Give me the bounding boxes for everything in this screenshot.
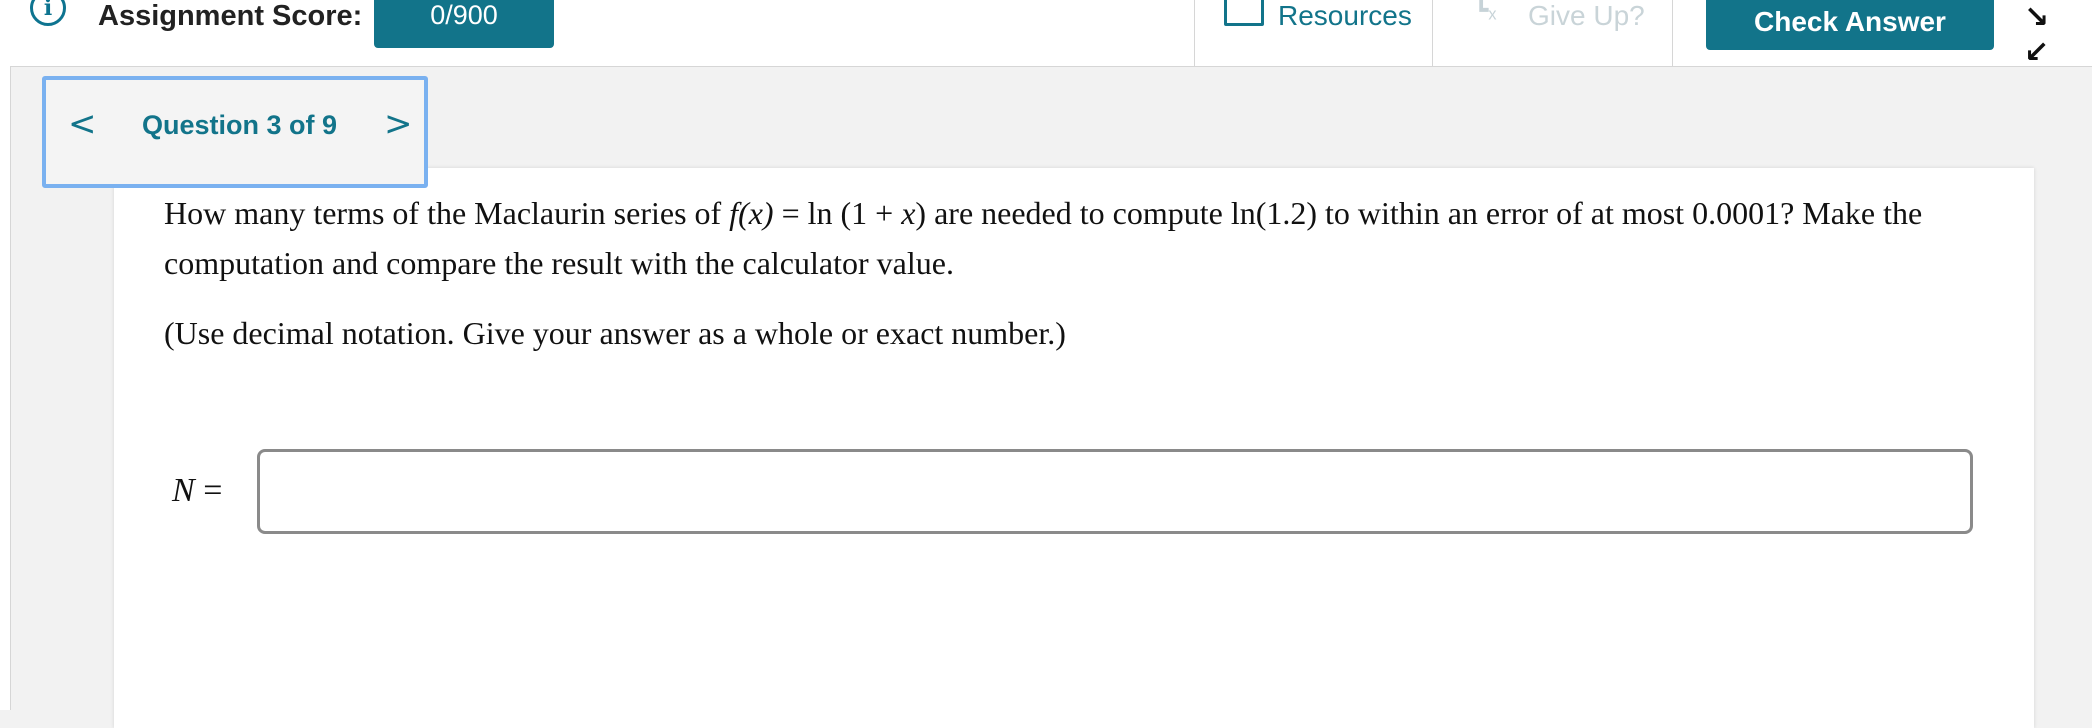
question-text: How many terms of the Maclaurin series o… xyxy=(164,188,1944,288)
question-navigator: < Question 3 of 9 > xyxy=(42,76,428,188)
give-up-button[interactable]: Give Up? xyxy=(1528,0,1645,32)
resources-link[interactable]: Resources xyxy=(1278,0,1412,32)
assignment-score-label: Assignment Score: xyxy=(98,0,363,32)
check-answer-button[interactable]: Check Answer xyxy=(1706,0,1994,50)
resources-box-icon[interactable] xyxy=(1224,0,1264,26)
question-text-part: = ln (1 + xyxy=(773,195,902,231)
chevron-right-icon[interactable]: > xyxy=(384,104,413,144)
equals-sign: = xyxy=(194,472,223,509)
question-number-title[interactable]: Question 3 of 9 xyxy=(142,106,337,144)
answer-input[interactable] xyxy=(257,449,1973,534)
function-expression: f(x) xyxy=(729,195,774,231)
toolbar-divider xyxy=(1672,0,1673,66)
question-text-part: How many terms of the Maclaurin series o… xyxy=(164,195,730,231)
toolbar-divider xyxy=(1432,0,1433,66)
answer-label: N = xyxy=(172,466,222,516)
assignment-score-value: 0/900 xyxy=(374,0,554,48)
chevron-left-icon[interactable]: < xyxy=(68,104,97,144)
variable-x: x xyxy=(901,195,916,231)
give-up-icon: ┗ₓ xyxy=(1474,0,1497,24)
left-rail xyxy=(0,0,11,710)
answer-format-hint: (Use decimal notation. Give your answer … xyxy=(164,315,1066,351)
answer-variable: N xyxy=(172,472,195,509)
toolbar-divider xyxy=(1194,0,1195,66)
collapse-arrows-icon[interactable]: ↘ ↙ xyxy=(2024,0,2052,69)
